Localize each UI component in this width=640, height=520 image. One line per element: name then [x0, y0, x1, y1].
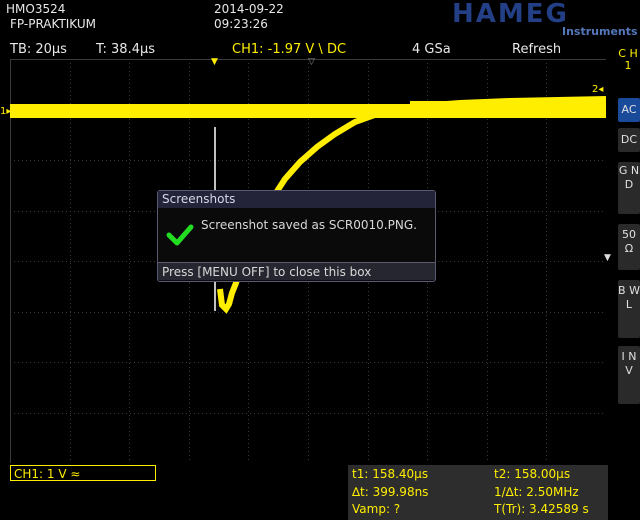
- acquisition-mode-label[interactable]: Refresh: [512, 42, 561, 57]
- coupling-dc-button[interactable]: DC: [618, 128, 640, 152]
- sample-rate-label: 4 GSa: [412, 42, 451, 57]
- dialog-title: Screenshots: [158, 191, 435, 208]
- bwl-button[interactable]: B W L: [618, 280, 640, 338]
- ch1-scale-box[interactable]: CH1: 1 V ≈: [10, 465, 156, 481]
- trigger-position-marker[interactable]: ▼: [211, 57, 218, 67]
- ch1-trigger-label[interactable]: CH1: -1.97 V \ DC: [232, 42, 346, 57]
- dialog-message: Screenshot saved as SCR0010.PNG.: [201, 218, 417, 232]
- ch1-level-text: 1: [0, 106, 7, 117]
- measurement-ttr: T(Tr): 3.42589 s: [494, 502, 589, 516]
- logo-text: HAMEG: [452, 0, 569, 26]
- timebase-label[interactable]: TB: 20µs: [10, 42, 67, 57]
- checkmark-icon: [166, 224, 194, 246]
- impedance-50-button[interactable]: 50 Ω: [618, 224, 640, 270]
- cursor-delta-t: ∆t: 399.98ns: [352, 485, 429, 499]
- horizontal-center-marker: ▼: [604, 253, 611, 263]
- cursor-inv-delta-t: 1/∆t: 2.50MHz: [494, 485, 579, 499]
- header-model: HMO3524: [6, 2, 66, 16]
- header-date: 2014-09-22: [214, 2, 284, 16]
- trigger-level-text: 2: [592, 84, 599, 95]
- ch1-level-marker[interactable]: 1▸: [0, 106, 11, 117]
- logo-subtitle: Instruments: [562, 25, 638, 38]
- header-time: 09:23:26: [214, 17, 268, 31]
- trigger-level-marker[interactable]: 2◂: [592, 84, 603, 95]
- channel-indicator: C H 1: [618, 47, 638, 72]
- hameg-logo: HAMEG: [452, 0, 569, 26]
- dialog-footer: Press [MENU OFF] to close this box: [158, 262, 435, 280]
- trigger-time-label[interactable]: T: 38.4µs: [96, 42, 155, 57]
- cursor-t2: t2: 158.00µs: [494, 467, 571, 481]
- trigger-center-marker: ▽: [308, 57, 315, 67]
- cursor-t1: t1: 158.40µs: [352, 467, 429, 481]
- screenshot-dialog: Screenshots Screenshot saved as SCR0010.…: [157, 190, 436, 282]
- header-label: FP-PRAKTIKUM: [10, 17, 96, 31]
- coupling-ac-button[interactable]: AC: [618, 98, 640, 122]
- gnd-button[interactable]: G N D: [618, 162, 640, 214]
- invert-button[interactable]: I N V: [618, 346, 640, 404]
- channel-sidebar: C H 1 AC DC G N D 50 Ω B W L I N V: [616, 44, 640, 464]
- measurement-vamp: Vamp: ?: [352, 502, 401, 516]
